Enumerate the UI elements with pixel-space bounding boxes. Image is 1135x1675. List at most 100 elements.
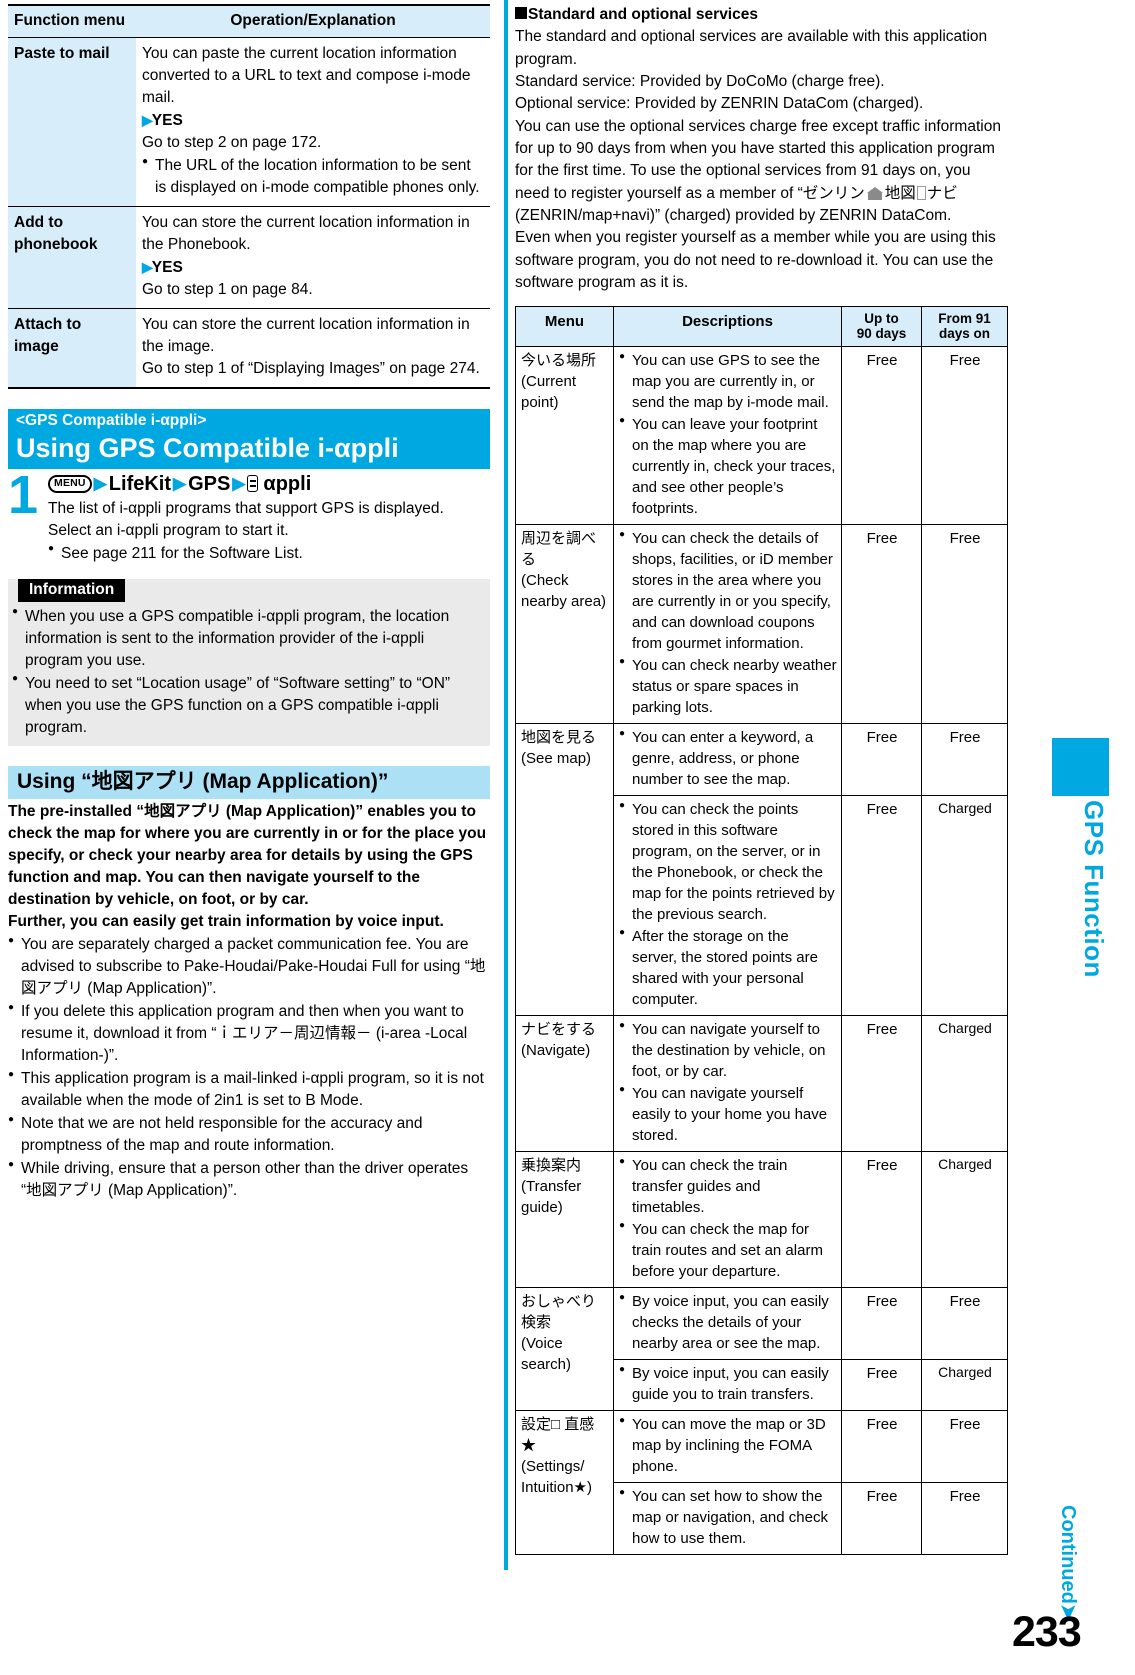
row-descriptions: You can check the train transfer guides … xyxy=(613,1151,842,1289)
menu-line: 乗換案内 xyxy=(521,1157,582,1175)
price-from-91: Free xyxy=(921,1410,1008,1484)
step-body: The list of i-αppli programs that suppor… xyxy=(48,498,490,565)
row-descriptions: You can check the details of shops, faci… xyxy=(613,524,842,725)
section-kicker: <GPS Compatible i-αppli> xyxy=(16,412,207,429)
continued-text: Continued xyxy=(1057,1505,1079,1604)
header-function-menu: Function menu xyxy=(8,4,136,38)
desc-text: You can paste the current location infor… xyxy=(142,45,471,106)
step-1: 1 MENU ▶ LifeKit ▶ GPS ▶ αppli The list … xyxy=(8,468,490,565)
services-header-row: Menu Descriptions Up to 90 days From 91 da… xyxy=(515,306,1008,348)
row-menu-name: 今いる場所 (Current point) xyxy=(515,346,614,526)
from-line1: From 91 xyxy=(938,311,991,327)
table-row: 周辺を調べる (Check nearby area) You can check… xyxy=(515,524,1008,725)
row-menu-label: Paste to mail xyxy=(8,37,136,207)
list-item: You can navigate yourself easily to your… xyxy=(619,1083,837,1146)
standard-services-p5: Even when you register yourself as a mem… xyxy=(515,229,996,291)
standard-services-heading: Standard and optional services xyxy=(515,4,1007,26)
header-up-to-90-days: Up to 90 days xyxy=(841,306,922,348)
desc-text: You can store the current location infor… xyxy=(142,214,470,253)
right-column: Standard and optional services The stand… xyxy=(515,4,1008,1556)
goto-step: Go to step 2 on page 172. xyxy=(142,134,322,151)
row-menu-name: 乗換案内 (Transfer guide) xyxy=(515,1151,614,1289)
price-from-91: Free xyxy=(921,723,1008,797)
row-menu-label: Add to phonebook xyxy=(8,206,136,309)
table-row: おしゃべり 検索 (Voice search) By voice input, … xyxy=(515,1287,1008,1412)
services-table: Menu Descriptions Up to 90 days From 91 da… xyxy=(515,306,1008,1556)
price-from-91: Free xyxy=(921,524,1008,725)
menu-key-icon: MENU xyxy=(48,475,92,493)
list-item: The URL of the location information to b… xyxy=(142,155,484,199)
op-appli: αppli xyxy=(263,472,312,495)
list-item: You can use GPS to see the map you are c… xyxy=(619,350,837,413)
menu-line: 周辺を調べる xyxy=(521,530,597,569)
list-item: You can check the map for train routes a… xyxy=(619,1219,837,1282)
menu-line: nearby area) xyxy=(521,593,607,611)
goto-step: Go to step 1 on page 84. xyxy=(142,281,313,298)
menu-line: Intuition★) xyxy=(521,1479,592,1497)
gps-appli-section-header: <GPS Compatible i-αppli> Using GPS Compa… xyxy=(8,409,490,469)
left-column: Function menu Operation/Explanation Past… xyxy=(8,4,490,1202)
desc-bullets: You can check the details of shops, faci… xyxy=(619,528,837,718)
list-item: You can check the details of shops, faci… xyxy=(619,528,837,654)
information-bullets: When you use a GPS compatible i-αppli pr… xyxy=(8,605,490,739)
row-menu-name: おしゃべり 検索 (Voice search) xyxy=(515,1287,614,1412)
row-menu-name: ナビをする (Navigate) xyxy=(515,1015,614,1153)
triangle-icon: ▶ xyxy=(142,112,153,128)
section-title: Using GPS Compatible i-αppli xyxy=(16,432,399,463)
page-number: 233 xyxy=(1012,1608,1082,1656)
standard-services-p1: The standard and optional services are a… xyxy=(515,28,988,68)
list-item: You can check nearby weather status or s… xyxy=(619,655,837,718)
arrow-right-icon: ▶ xyxy=(232,473,246,493)
price-from-91: Charged xyxy=(921,795,1008,1017)
list-item: If you delete this application program a… xyxy=(8,1001,490,1067)
row-descriptions: By voice input, you can easily checks th… xyxy=(613,1287,842,1361)
price-up-to-90: Free xyxy=(841,524,922,725)
list-item: You are separately charged a packet comm… xyxy=(8,934,490,1000)
row-descriptions: You can navigate yourself to the destina… xyxy=(613,1015,842,1153)
list-item: By voice input, you can easily checks th… xyxy=(619,1291,837,1354)
up-to-line2: 90 days xyxy=(856,326,907,342)
standard-services-p3: Optional service: Provided by ZENRIN Dat… xyxy=(515,95,924,113)
table-row: 設定□ 直感★ (Settings/ Intuition★) You can m… xyxy=(515,1410,1008,1556)
information-box: Information When you use a GPS compatibl… xyxy=(8,578,490,746)
row-descriptions: You can set how to show the map or navig… xyxy=(613,1482,842,1556)
price-up-to-90: Free xyxy=(841,1287,922,1361)
price-up-to-90: Free xyxy=(841,723,922,797)
desc-bullets: You can use GPS to see the map you are c… xyxy=(619,350,837,519)
list-item: After the storage on the server, the sto… xyxy=(619,926,837,1010)
row-description: You can paste the current location infor… xyxy=(136,37,490,207)
step-body-line-2: Select an i-αppli program to start it. xyxy=(48,521,289,539)
menu-line: (Voice xyxy=(521,1335,563,1353)
header-operation: Operation/Explanation xyxy=(136,4,490,38)
p4-part-b: 地図 xyxy=(884,184,916,202)
yes-option: ▶YES xyxy=(142,257,484,279)
desc-bullets: You can set how to show the map or navig… xyxy=(619,1486,837,1549)
table-row: Attach to image You can store the curren… xyxy=(8,308,490,389)
row-descriptions: You can enter a keyword, a genre, addres… xyxy=(613,723,842,797)
yes-option: ▶YES xyxy=(142,110,484,132)
map-app-bullets: You are separately charged a packet comm… xyxy=(8,934,490,1202)
row-descriptions: You can use GPS to see the map you are c… xyxy=(613,346,842,526)
price-from-91: Charged xyxy=(921,1015,1008,1153)
box-glyph-icon xyxy=(916,185,926,200)
section-tab-block xyxy=(1052,738,1109,796)
list-item: You can set how to show the map or navig… xyxy=(619,1486,837,1549)
list-item: When you use a GPS compatible i-αppli pr… xyxy=(12,605,484,672)
desc-bullets: By voice input, you can easily checks th… xyxy=(619,1291,837,1354)
step-bullets: See page 211 for the Software List. xyxy=(48,542,490,565)
information-label: Information xyxy=(18,578,126,602)
price-up-to-90: Free xyxy=(841,1410,922,1484)
list-item: This application program is a mail-linke… xyxy=(8,1068,490,1112)
table-row: 地図を見る (See map) You can enter a keyword,… xyxy=(515,723,1008,1017)
from-line2: days on xyxy=(938,326,990,342)
price-up-to-90: Free xyxy=(841,346,922,526)
desc-bullets: By voice input, you can easily guide you… xyxy=(619,1363,837,1405)
row-menu-label: Attach to image xyxy=(8,308,136,389)
row-menu-name: 地図を見る (See map) xyxy=(515,723,614,1017)
menu-line: 検索 xyxy=(521,1314,552,1332)
house-icon xyxy=(866,186,883,200)
price-from-91: Charged xyxy=(921,1151,1008,1289)
list-item: You can check the points stored in this … xyxy=(619,799,837,925)
menu-line: おしゃべり xyxy=(521,1293,597,1311)
arrow-right-icon: ▶ xyxy=(93,473,107,493)
